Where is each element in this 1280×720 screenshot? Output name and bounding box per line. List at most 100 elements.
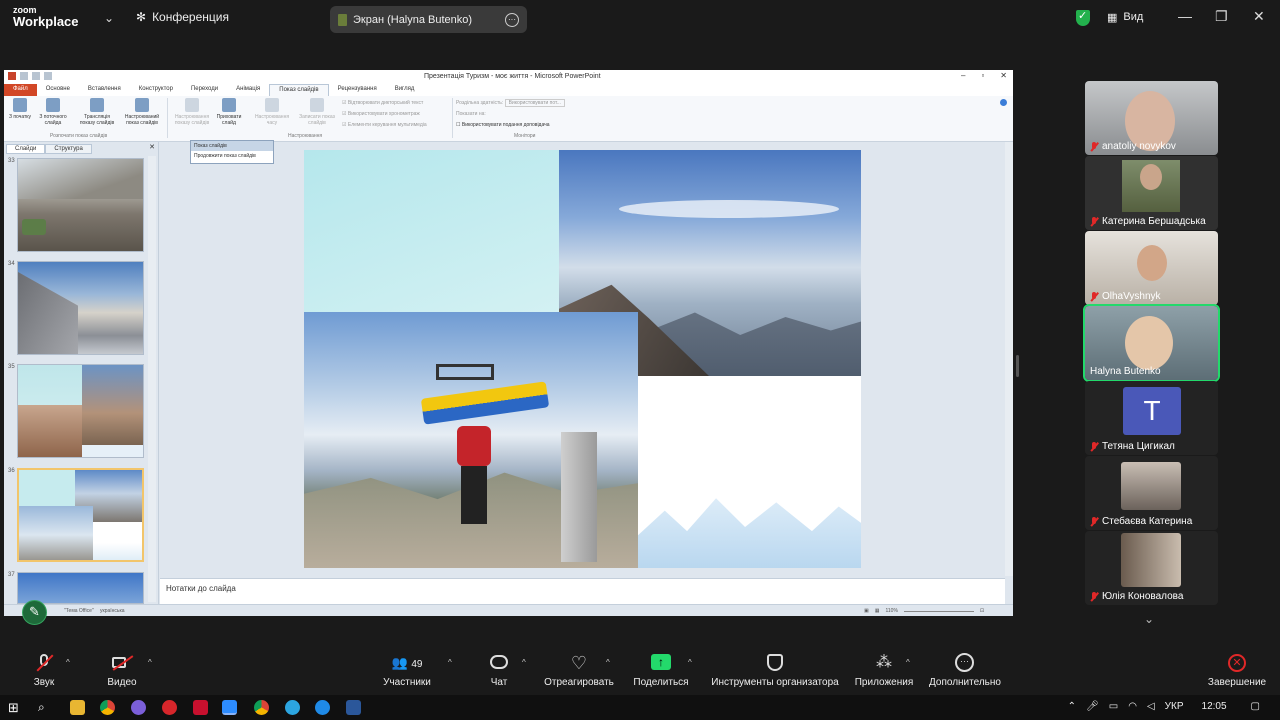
custom-show-button[interactable]: Настроюваний показ слайдів <box>120 98 164 126</box>
share-options-caret[interactable]: ^ <box>688 658 692 667</box>
save-icon[interactable] <box>20 72 28 80</box>
more-options-icon[interactable]: ··· <box>505 12 519 27</box>
participant-tile[interactable]: Стебаєва Катерина <box>1085 456 1218 530</box>
acrobat-icon[interactable] <box>193 700 208 715</box>
hide-slide-button[interactable]: Приховати слайд <box>214 98 244 126</box>
participants-options-caret[interactable]: ^ <box>448 658 452 667</box>
ppt-tab-transitions[interactable]: Переходи <box>182 84 227 96</box>
broadcast-button[interactable]: Трансляція показу слайдів <box>76 98 118 126</box>
close-icon[interactable]: ✕ <box>1253 8 1265 25</box>
chevron-down-icon[interactable]: ⌄ <box>1144 612 1154 626</box>
chat-button[interactable]: Чат <box>486 653 512 688</box>
rehearse-button[interactable]: Настроювання часу <box>250 98 294 126</box>
ppt-tab-review[interactable]: Рецензування <box>329 84 386 96</box>
annotate-pen-button[interactable] <box>22 600 47 625</box>
participant-tile[interactable]: T Тетяна Цигикал <box>1085 381 1218 455</box>
chrome-icon[interactable] <box>100 700 115 715</box>
ppt-restore-icon[interactable]: ▫ <box>981 71 984 80</box>
share-screen-button[interactable]: ↑ Поделиться <box>632 653 690 688</box>
current-slide[interactable] <box>304 150 861 568</box>
resume-slideshow-button[interactable]: Продовжити показ слайдів <box>191 151 273 161</box>
apps-options-caret[interactable]: ^ <box>906 658 910 667</box>
notifications-icon[interactable]: ▢ <box>1251 701 1260 712</box>
check-media[interactable]: ☑ Елементи керування мультимедіа <box>342 122 427 128</box>
end-meeting-button[interactable]: ✕ Завершение <box>1206 653 1268 688</box>
view-button[interactable]: ▦ Вид <box>1107 11 1143 24</box>
video-options-caret[interactable]: ^ <box>148 658 152 667</box>
redo-icon[interactable] <box>44 72 52 80</box>
normal-view-icon[interactable]: ▣ <box>864 608 869 614</box>
participant-tile[interactable]: OlhaVyshnyk <box>1085 231 1218 305</box>
notes-pane[interactable]: Нотатки до слайда <box>160 578 1005 604</box>
clock-time[interactable]: 12:05 <box>1202 701 1227 712</box>
wifi-icon[interactable]: ◠ <box>1128 701 1137 712</box>
slide-thumbnail[interactable] <box>17 364 144 458</box>
pane-tab-outline[interactable]: Структура <box>45 144 92 154</box>
from-current-button[interactable]: З поточного слайда <box>36 98 70 126</box>
chrome-icon-2[interactable] <box>254 700 269 715</box>
slide-thumbnail-selected[interactable] <box>17 468 144 562</box>
check-timings[interactable]: ☑ Використовувати хронометраж <box>342 111 420 117</box>
chat-options-caret[interactable]: ^ <box>522 658 526 667</box>
mute-options-caret[interactable]: ^ <box>66 658 70 667</box>
resolution-select[interactable]: Використовувати пот... <box>504 99 565 107</box>
participants-button[interactable]: 👥 49 Участники <box>380 653 434 688</box>
record-button[interactable]: Записати показ слайдів <box>296 98 338 126</box>
viber-icon[interactable] <box>131 700 146 715</box>
restore-icon[interactable]: ❐ <box>1215 8 1228 25</box>
host-tools-button[interactable]: Инструменты организатора <box>708 653 842 688</box>
zoom-taskbar-icon[interactable] <box>222 700 237 715</box>
participant-tile[interactable]: Катерина Бершадська <box>1085 156 1218 230</box>
ppt-close-icon[interactable]: ✕ <box>1000 71 1007 80</box>
pane-tab-slides[interactable]: Слайди <box>6 144 46 154</box>
presenter-view-check[interactable]: ☐ Використовувати подання доповідача <box>456 122 550 128</box>
ppt-tab-file[interactable]: Файл <box>4 84 37 96</box>
participant-tile[interactable]: Юлія Коновалова <box>1085 531 1218 605</box>
zoom-slider[interactable] <box>903 611 974 612</box>
show-on-row[interactable]: Показати на: <box>456 111 486 117</box>
chevron-down-icon[interactable]: ⌄ <box>104 11 114 25</box>
video-button[interactable]: Видео <box>104 653 140 688</box>
from-start-button[interactable]: З початку <box>8 98 32 120</box>
battery-icon[interactable]: ▭ <box>1109 701 1118 712</box>
slide-thumbnail[interactable] <box>17 158 144 252</box>
ppt-tab-design[interactable]: Конструктор <box>130 84 182 96</box>
pane-close-icon[interactable]: ✕ <box>149 143 155 151</box>
resolution-row[interactable]: Роздільна здатність: Використовувати пот… <box>456 99 565 107</box>
participant-tile[interactable]: anatoliy novykov <box>1085 81 1218 155</box>
fit-slide-icon[interactable]: ⊡ <box>980 608 984 614</box>
meeting-info-button[interactable]: ✻ Конференция <box>136 10 229 24</box>
word-icon[interactable] <box>346 700 361 715</box>
windows-start-icon[interactable]: ⊞ <box>8 700 23 715</box>
edge-icon[interactable] <box>315 700 330 715</box>
input-language[interactable]: УКР <box>1165 701 1184 712</box>
screen-share-pill[interactable]: Экран (Halyna Butenko) ··· <box>330 6 527 33</box>
slide-vertical-scrollbar[interactable] <box>1005 142 1013 576</box>
react-button[interactable]: ♡ Отреагировать <box>542 653 616 688</box>
microphone-icon[interactable]: 🎤︎ <box>1086 701 1099 712</box>
check-narration[interactable]: ☑ Відтворювати дикторський текст <box>342 100 423 106</box>
search-icon[interactable]: ⌕ <box>38 700 53 715</box>
react-options-caret[interactable]: ^ <box>606 658 610 667</box>
slide-thumbnail[interactable] <box>17 261 144 355</box>
more-button[interactable]: ··· Дополнительно <box>926 653 1004 688</box>
participant-tile-active-speaker[interactable]: Halyna Butenko <box>1083 304 1220 382</box>
sorter-view-icon[interactable]: ▦ <box>875 608 880 614</box>
file-explorer-icon[interactable] <box>70 700 85 715</box>
zoom-level[interactable]: 110% <box>885 608 897 614</box>
undo-icon[interactable] <box>32 72 40 80</box>
volume-icon[interactable]: ◁ <box>1147 701 1155 712</box>
ppt-minimize-icon[interactable]: – <box>961 71 965 80</box>
ppt-tab-home[interactable]: Основне <box>37 84 79 96</box>
minimize-icon[interactable]: — <box>1178 8 1192 24</box>
ppt-tab-slideshow[interactable]: Показ слайдів <box>269 84 329 96</box>
mute-button[interactable]: Звук <box>28 653 60 688</box>
slides-pane-scrollbar[interactable] <box>148 156 156 602</box>
ppt-tab-insert[interactable]: Вставлення <box>79 84 130 96</box>
setup-show-button[interactable]: Настроювання показу слайдів <box>170 98 214 126</box>
ppt-tab-animations[interactable]: Анімація <box>227 84 269 96</box>
opera-icon[interactable] <box>162 700 177 715</box>
ppt-tab-view[interactable]: Вигляд <box>386 84 424 96</box>
panel-resize-handle[interactable] <box>1016 355 1019 377</box>
ribbon-help-icon[interactable] <box>1000 99 1007 106</box>
